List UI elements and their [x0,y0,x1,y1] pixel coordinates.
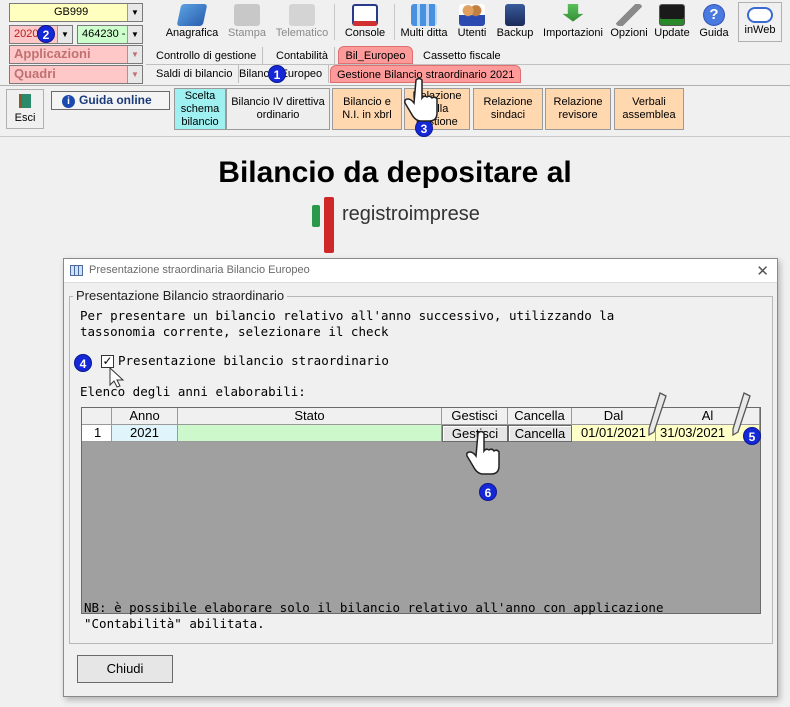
info-icon: i [62,95,75,108]
esci-button[interactable]: Esci [6,89,44,129]
company-combo-value: 464230 - [82,28,126,40]
content-divider [0,136,790,137]
year-combo-value: 2020 [14,28,39,40]
mouse-pointer-icon [109,367,125,388]
bilancio-iv-direttiva-button[interactable]: Bilancio IV direttiva ordinario [226,88,330,130]
console-button[interactable]: Console [340,2,390,42]
multi-company-icon [411,4,437,26]
tab-saldi-di-bilancio[interactable]: Saldi di bilancio [150,65,240,83]
multi-ditta-button[interactable]: Multi ditta [397,2,451,42]
scelta-schema-bilancio-button[interactable]: Scelta schema bilancio [174,88,226,130]
stampa-button[interactable]: Stampa [225,2,269,42]
code-combo-value: GB999 [54,6,89,18]
step-badge-2: 2 [37,25,55,43]
page-title: Bilancio da depositare al [218,156,572,189]
dialog-title: Presentazione straordinaria Bilancio Eur… [89,264,310,276]
registroimprese-logo: registroimprese [312,197,512,253]
step-badge-6: 6 [479,483,497,501]
chevron-down-icon[interactable]: ▼ [127,26,142,43]
users-icon [459,4,485,26]
tab-cassetto-fiscale[interactable]: Cassetto fiscale [417,47,507,65]
column-header-anno: Anno [112,408,178,425]
address-book-icon [176,4,208,26]
column-header-num [82,408,112,425]
tab-controllo-di-gestione[interactable]: Controllo di gestione [150,47,264,65]
description-line2: tassonomia corrente, selezionare il chec… [80,324,389,339]
telematico-button[interactable]: Telematico [273,2,331,42]
opzioni-button[interactable]: Opzioni [609,2,649,42]
help-icon: ? [703,4,725,26]
verbali-assemblea-button[interactable]: Verbali assemblea [614,88,684,130]
importazioni-button[interactable]: Importazioni [540,2,606,42]
import-icon [562,4,584,22]
column-header-stato: Stato [178,408,442,425]
window-icon [70,265,83,276]
hand-cursor-icon [404,77,438,122]
applicazioni-combo[interactable]: Applicazioni ▼ [9,45,143,64]
telematic-icon [289,4,315,26]
bilancio-xbrl-button[interactable]: Bilancio e N.I. in xbrl [332,88,402,130]
chevron-down-icon[interactable]: ▼ [57,26,72,43]
backup-icon [505,4,525,26]
chiudi-button[interactable]: Chiudi [77,655,173,683]
cloud-icon [747,7,773,23]
console-icon [352,4,378,26]
company-combo[interactable]: 464230 - ▼ [77,25,143,44]
update-button[interactable]: Update [652,2,692,42]
column-header-dal: Dal [572,408,656,425]
row-number: 1 [82,425,112,442]
step-badge-5: 5 [743,427,761,445]
step-badge-1: 1 [268,65,286,83]
cancella-button[interactable]: Cancella [508,425,572,442]
chevron-down-icon[interactable]: ▼ [127,46,142,63]
logo-mark [312,205,320,227]
logo-mark-red [324,197,334,253]
guida-online-button[interactable]: i Guida online [51,91,170,110]
inweb-button[interactable]: inWeb [738,2,782,42]
printer-icon [234,4,260,26]
chevron-down-icon[interactable]: ▼ [127,4,142,21]
anagrafica-button[interactable]: Anagrafica [163,2,221,42]
tab-contabilita[interactable]: Contabilità [270,47,335,65]
toolbar-separator [334,4,335,40]
pencil-icon [648,392,667,437]
description-line1: Per presentare un bilancio relativo all'… [80,308,615,323]
step-badge-4: 4 [74,354,92,372]
checkbox-label: Presentazione bilancio straordinario [118,353,389,368]
guida-button[interactable]: ? Guida [696,2,732,42]
close-icon[interactable]: ✕ [756,262,769,280]
column-header-gestisci: Gestisci [442,408,508,425]
anno-cell[interactable]: 2021 [112,425,178,442]
note-line1: NB: è possibile elaborare solo il bilanc… [84,600,664,615]
update-icon [659,4,685,26]
toolbar-separator [394,4,395,40]
years-grid: Anno Stato Gestisci Cancella Dal Al 1 20… [81,407,761,614]
note-line2: "Contabilità" abilitata. [84,616,265,631]
relazione-revisore-button[interactable]: Relazione revisore [545,88,611,130]
dal-cell[interactable]: 01/01/2021 [572,425,656,442]
chevron-down-icon[interactable]: ▼ [127,66,142,83]
exit-icon [19,94,31,108]
applicazioni-label: Applicazioni [14,46,91,61]
column-header-cancella: Cancella [508,408,572,425]
relazione-sindaci-button[interactable]: Relazione sindaci [473,88,543,130]
group-title: Presentazione Bilancio straordinario [73,288,288,303]
header-divider [0,85,790,86]
dialog-titlebar: Presentazione straordinaria Bilancio Eur… [64,259,777,283]
backup-button[interactable]: Backup [494,2,536,42]
quadri-combo[interactable]: Quadri ▼ [9,65,143,84]
presentazione-straordinaria-dialog: Presentazione straordinaria Bilancio Eur… [63,258,778,697]
stato-cell[interactable] [178,425,442,442]
hand-cursor-icon [466,430,500,475]
quadri-label: Quadri [14,66,56,81]
utenti-button[interactable]: Utenti [454,2,490,42]
code-combo[interactable]: GB999 ▼ [9,3,143,22]
tab-bil-europeo[interactable]: Bil_Europeo [338,46,413,64]
wrench-icon [616,4,642,26]
